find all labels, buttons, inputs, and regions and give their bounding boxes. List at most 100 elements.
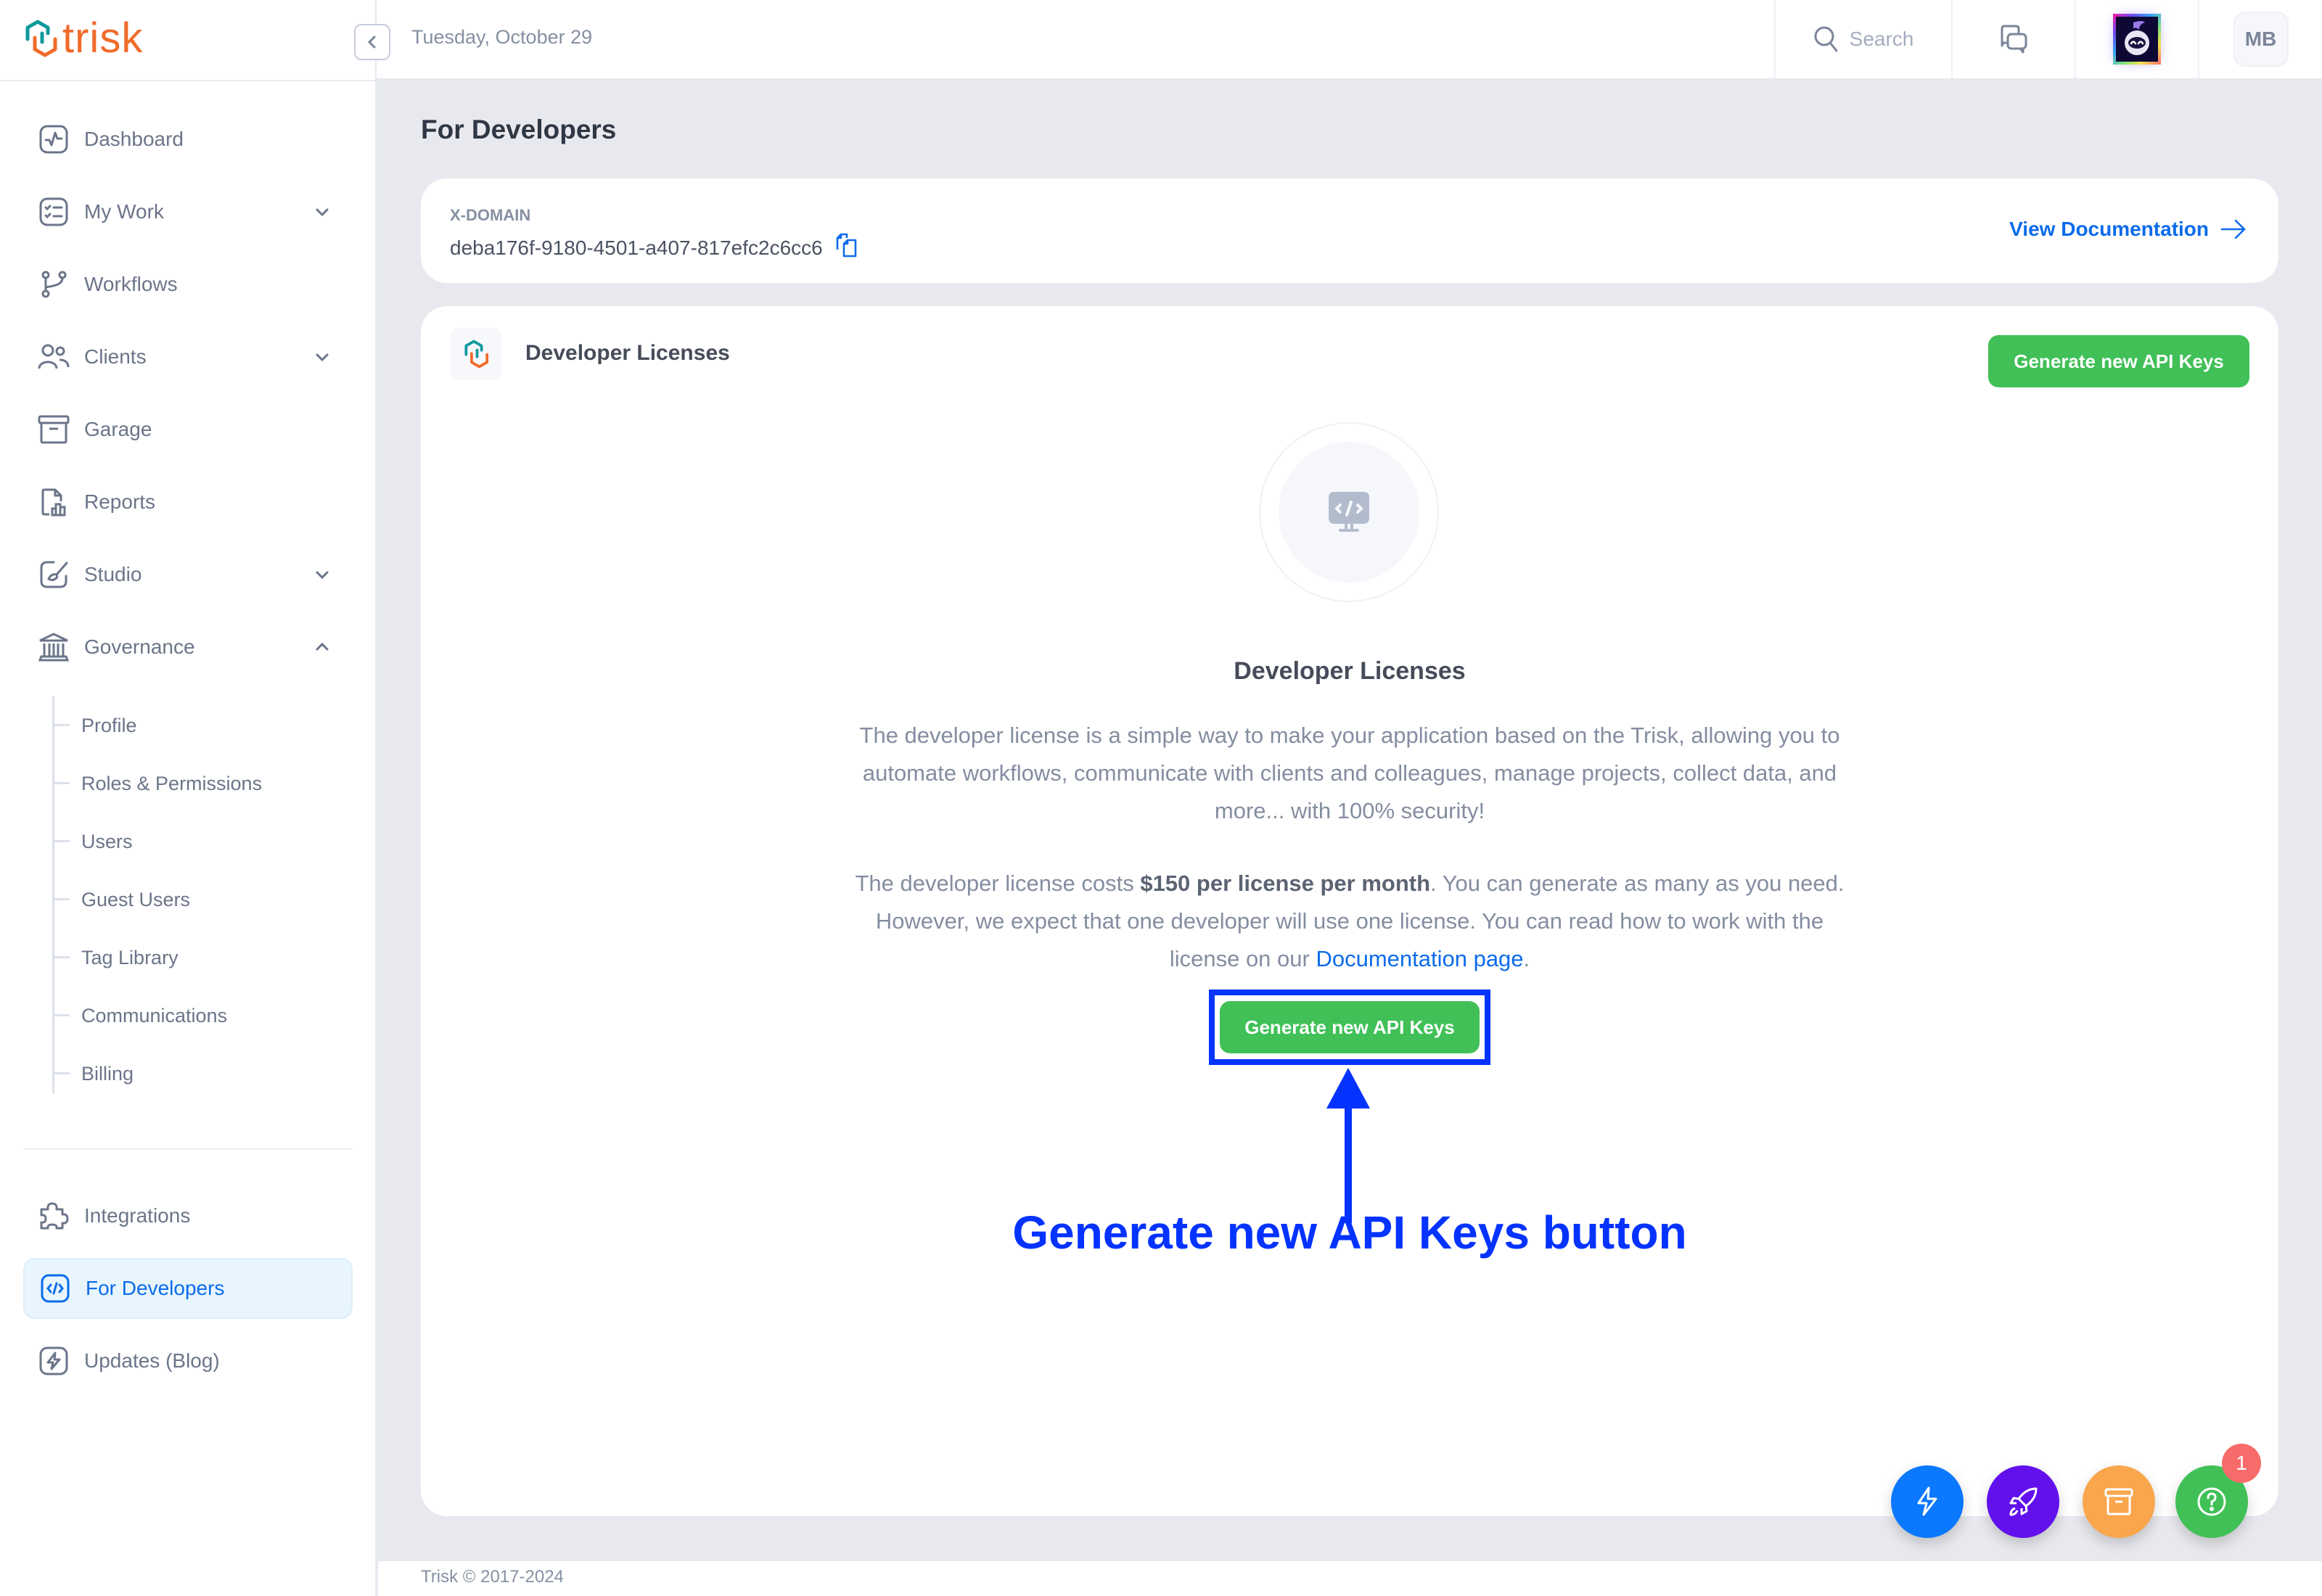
chevron-down-icon[interactable] [312, 202, 332, 222]
subitem-label: Billing [81, 1062, 134, 1085]
subitem-label: Tag Library [81, 946, 179, 968]
sidebar-bottom-nav: Integrations For Developers Updates (Blo… [23, 1185, 353, 1403]
pricing-suffix: . [1523, 946, 1530, 971]
git-branch-icon [38, 268, 70, 300]
view-documentation-link[interactable]: View Documentation [2009, 218, 2247, 241]
empty-state-illustration [1259, 422, 1439, 602]
sidebar-item-workflows[interactable]: Workflows [23, 254, 353, 315]
sidebar-item-label: Garage [84, 418, 152, 440]
user-avatar: MB [2233, 12, 2289, 67]
sidebar-subitem-tag-library[interactable]: Tag Library [52, 929, 357, 987]
sidebar-item-my-work[interactable]: My Work [23, 181, 353, 242]
subitem-label: Guest Users [81, 888, 191, 910]
annotation-label: Generate new API Keys button [1012, 1206, 1687, 1259]
rocket-icon [2009, 1487, 2038, 1516]
help-notification-badge: 1 [2222, 1444, 2261, 1483]
collapse-sidebar-button[interactable] [354, 24, 390, 60]
lightning-icon [1917, 1486, 1937, 1516]
sidebar-item-label: Updates (Blog) [84, 1349, 220, 1372]
brush-icon [38, 559, 70, 591]
sidebar-item-reports[interactable]: Reports [23, 472, 353, 532]
top-header: Tuesday, October 29 Search MB [377, 0, 2322, 80]
generate-api-keys-button-header[interactable]: Generate new API Keys [1988, 335, 2249, 387]
pricing-prefix: The developer license costs [855, 871, 1141, 896]
puzzle-icon [38, 1200, 70, 1232]
code-icon [39, 1272, 71, 1304]
sidebar-subitem-profile[interactable]: Profile [52, 696, 357, 754]
subitem-label: Users [81, 830, 133, 852]
sidebar-item-garage[interactable]: Garage [23, 399, 353, 460]
users-icon [38, 341, 70, 373]
page-title: For Developers [421, 115, 617, 144]
pricing-amount: $150 per license per month [1140, 871, 1431, 896]
chat-icon [2001, 25, 2027, 54]
sidebar-item-label: Governance [84, 635, 195, 658]
annotation-arrow-icon [1326, 1068, 1370, 1223]
subitem-label: Roles & Permissions [81, 772, 263, 794]
empty-state-title: Developer Licenses [1234, 657, 1466, 685]
messages-button[interactable] [1951, 0, 2075, 78]
sidebar-subitem-communications[interactable]: Communications [52, 987, 357, 1045]
ai-assistant-button[interactable] [2075, 0, 2198, 78]
sidebar-item-label: Studio [84, 563, 142, 585]
footer: Trisk © 2017-2024 [378, 1561, 2322, 1596]
trisk-logo[interactable]: trisk [23, 17, 143, 59]
user-menu-button[interactable]: MB [2198, 0, 2322, 78]
trisk-logo-icon [25, 20, 57, 57]
sidebar-item-updates-blog[interactable]: Updates (Blog) [23, 1330, 353, 1391]
sidebar-item-label: Clients [84, 345, 147, 368]
archive-box-icon [2104, 1488, 2133, 1515]
search-icon [1814, 26, 1838, 52]
ai-bot-avatar [2113, 14, 2161, 65]
arrow-right-icon [2220, 219, 2246, 239]
sidebar-item-clients[interactable]: Clients [23, 326, 353, 387]
sidebar-subitem-users[interactable]: Users [52, 813, 357, 871]
subitem-label: Communications [81, 1004, 228, 1027]
chevron-down-icon[interactable] [312, 564, 332, 585]
monitor-code-icon [1329, 492, 1369, 532]
current-date: Tuesday, October 29 [411, 26, 593, 48]
x-domain-card: X-DOMAIN deba176f-9180-4501-a407-817efc2… [421, 178, 2278, 283]
license-pricing-text: The developer license costs $150 per lic… [849, 865, 1850, 978]
sidebar-item-label: Reports [84, 490, 156, 513]
chevron-up-icon[interactable] [312, 637, 332, 657]
sidebar-item-label: Integrations [84, 1204, 191, 1227]
developer-licenses-card: Developer Licenses Generate new API Keys… [421, 306, 2278, 1516]
quick-actions-button[interactable] [1891, 1465, 1964, 1538]
onboarding-button[interactable] [1987, 1465, 2059, 1538]
sidebar-item-dashboard[interactable]: Dashboard [23, 109, 353, 170]
chevron-down-icon[interactable] [312, 347, 332, 367]
archive-icon [38, 414, 70, 445]
archive-button[interactable] [2083, 1465, 2155, 1538]
sidebar-item-label: Workflows [84, 273, 178, 295]
sidebar-item-label: For Developers [86, 1277, 225, 1299]
sidebar-divider [23, 1148, 353, 1150]
bolt-icon [38, 1345, 70, 1377]
trisk-mark-icon [450, 328, 502, 380]
sidebar-item-for-developers[interactable]: For Developers [23, 1258, 353, 1319]
x-domain-value: deba176f-9180-4501-a407-817efc2c6cc6 [450, 236, 823, 259]
checklist-icon [38, 196, 70, 228]
sidebar-item-governance[interactable]: Governance [23, 617, 353, 678]
sidebar-subitem-billing[interactable]: Billing [52, 1045, 357, 1103]
logo-text: trisk [62, 15, 144, 62]
activity-icon [38, 123, 70, 155]
sidebar-item-integrations[interactable]: Integrations [23, 1185, 353, 1246]
documentation-page-link[interactable]: Documentation page [1316, 946, 1523, 971]
license-description: The developer license is a simple way to… [859, 723, 1840, 823]
copy-icon[interactable] [834, 232, 859, 263]
sidebar-item-label: My Work [84, 200, 164, 223]
report-icon [38, 486, 70, 518]
sidebar-subitem-roles-permissions[interactable]: Roles & Permissions [52, 754, 357, 813]
view-documentation-label: View Documentation [2009, 218, 2209, 240]
x-domain-label: X-DOMAIN [450, 206, 531, 224]
sidebar-subitem-guest-users[interactable]: Guest Users [52, 871, 357, 929]
generate-api-keys-button[interactable]: Generate new API Keys [1220, 1001, 1480, 1053]
governance-submenu: Profile Roles & Permissions Users Guest … [52, 696, 357, 1103]
sidebar-header-divider [0, 80, 377, 81]
x-domain-value-row: deba176f-9180-4501-a407-817efc2c6cc6 [450, 232, 859, 263]
sidebar-item-studio[interactable]: Studio [23, 544, 353, 605]
subitem-label: Profile [81, 714, 137, 736]
search-placeholder: Search [1849, 28, 1914, 50]
search-button[interactable]: Search [1774, 0, 1951, 78]
